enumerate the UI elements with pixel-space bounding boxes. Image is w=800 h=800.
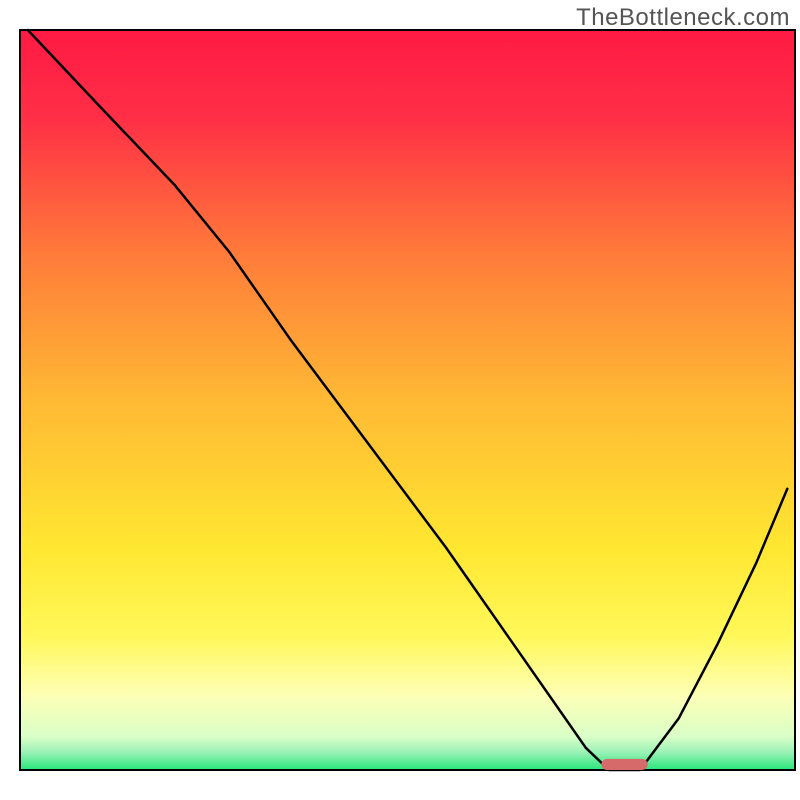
gradient-background	[20, 30, 795, 770]
optimal-marker	[601, 759, 648, 770]
bottleneck-chart	[0, 0, 800, 800]
chart-container: TheBottleneck.com	[0, 0, 800, 800]
